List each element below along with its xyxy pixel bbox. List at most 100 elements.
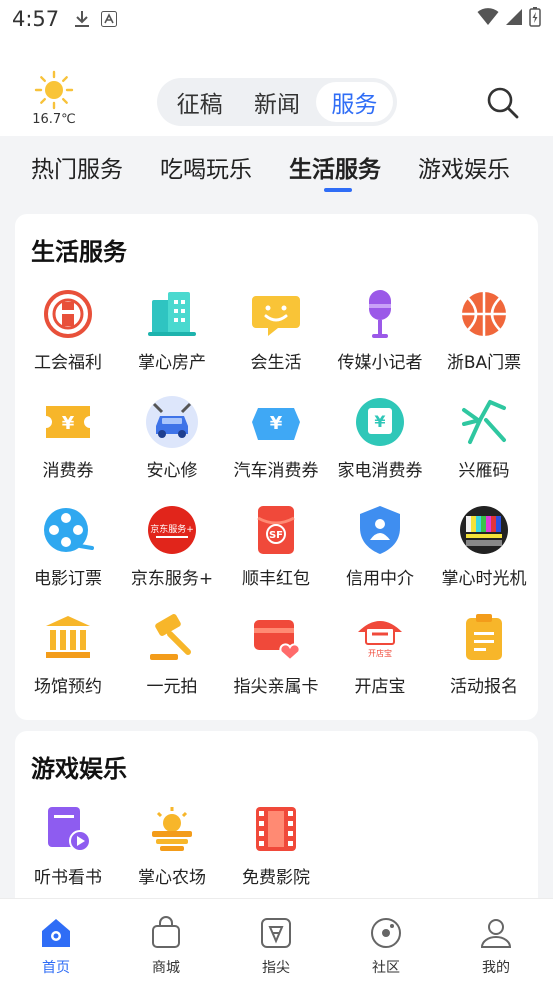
service-goose-code[interactable]: 兴雁码 [432, 394, 536, 494]
service-label: 开店宝 [354, 677, 406, 697]
service-family-card[interactable]: 指尖亲属卡 [224, 610, 328, 710]
service-jd-plus[interactable]: 京东服务+ 京东服务+ [120, 502, 224, 602]
bottom-navigation: 首页 商城 指尖 社区 我的 [0, 898, 553, 984]
service-venue-booking[interactable]: 场馆预约 [16, 610, 120, 710]
film-reel-icon [44, 508, 94, 552]
tab-food-fun[interactable]: 吃喝玩乐 [160, 150, 252, 184]
service-union-welfare[interactable]: 工会福利 [16, 286, 120, 386]
shop-icon: 开店宝 [358, 621, 402, 658]
service-label: 工会福利 [34, 353, 102, 373]
service-label: 信用中介 [346, 569, 414, 589]
service-farm[interactable]: 掌心农场 [120, 801, 224, 901]
service-label: 活动报名 [450, 677, 518, 697]
nav-mall[interactable]: 商城 [126, 915, 206, 977]
category-tabs: 热门服务 吃喝玩乐 生活服务 游戏娱乐 [0, 136, 553, 198]
sf-redpacket-icon: SF [257, 506, 295, 554]
union-welfare-icon [44, 290, 92, 338]
nav-home[interactable]: 首页 [16, 915, 96, 977]
svg-text:开店宝: 开店宝 [368, 648, 392, 658]
service-label: 掌心农场 [138, 868, 206, 888]
svg-text:¥: ¥ [374, 412, 385, 431]
nav-profile[interactable]: 我的 [456, 915, 536, 977]
segment-news[interactable]: 新闻 [238, 82, 315, 122]
section-title: 游戏娱乐 [31, 755, 127, 783]
segment-submissions[interactable]: 征稿 [161, 82, 238, 122]
service-car-coupon[interactable]: ¥ 汽车消费券 [224, 394, 328, 494]
family-card-icon [254, 620, 301, 662]
service-label: 安心修 [146, 461, 198, 481]
service-movie-tickets[interactable]: 电影订票 [16, 502, 120, 602]
service-sf-redpacket[interactable]: SF 顺丰红包 [224, 502, 328, 602]
service-label: 京东服务+ [130, 569, 214, 589]
tv-test-pattern-icon [460, 506, 508, 554]
service-coupon[interactable]: ¥ 消费券 [16, 394, 120, 494]
service-shop-treasure[interactable]: 开店宝 开店宝 [328, 610, 432, 710]
service-label: 顺丰红包 [242, 569, 310, 589]
service-label: 听书看书 [34, 868, 102, 888]
fingertip-icon [261, 918, 291, 948]
section-title: 生活服务 [31, 238, 127, 266]
service-label: 浙BA门票 [446, 353, 522, 373]
nav-label: 首页 [42, 960, 70, 976]
service-label: 掌心房产 [138, 353, 206, 373]
service-good-life[interactable]: 会生活 [224, 286, 328, 386]
nav-label: 我的 [482, 960, 510, 976]
active-tab-indicator [324, 188, 352, 192]
service-label: 场馆预约 [34, 677, 102, 697]
nav-label: 指尖 [262, 960, 290, 976]
status-time: 4:57 [12, 7, 60, 31]
service-label: 电影订票 [34, 569, 102, 589]
farm-icon [152, 807, 192, 851]
basketball-icon [462, 292, 506, 336]
svg-text:京东服务+: 京东服务+ [150, 523, 194, 535]
tab-hot-services[interactable]: 热门服务 [31, 150, 123, 184]
coupon-icon: ¥ [46, 406, 90, 438]
venue-icon [46, 616, 90, 658]
service-zba-tickets[interactable]: 浙BA门票 [432, 286, 536, 386]
nav-community[interactable]: 社区 [346, 915, 426, 977]
service-credit-agency[interactable]: 信用中介 [328, 502, 432, 602]
service-label: 会生活 [250, 353, 302, 373]
temperature: 16.7℃ [32, 112, 76, 127]
service-free-cinema[interactable]: 免费影院 [224, 801, 328, 901]
real-estate-icon [148, 292, 196, 336]
signal-icon [505, 8, 523, 30]
service-label: 一元拍 [146, 677, 198, 697]
games-entertainment-card: 游戏娱乐 听书看书 掌心农场 免费影院 [15, 731, 538, 911]
search-icon[interactable] [486, 86, 520, 120]
shopping-bag-icon [152, 916, 180, 948]
jd-service-icon: 京东服务+ [148, 506, 196, 554]
wifi-icon [477, 8, 499, 30]
service-appliance-coupon[interactable]: ¥ 家电消费券 [328, 394, 432, 494]
service-label: 传媒小记者 [337, 353, 423, 373]
car-coupon-icon: ¥ [252, 408, 300, 440]
clipboard-icon [466, 614, 502, 660]
weather-widget[interactable]: 16.7℃ [28, 70, 80, 127]
service-label: 兴雁码 [458, 461, 510, 481]
tab-games-entertainment[interactable]: 游戏娱乐 [418, 150, 510, 184]
svg-text:SF: SF [269, 530, 283, 541]
service-audiobooks[interactable]: 听书看书 [16, 801, 120, 901]
channel-switcher: 征稿 新闻 服务 [157, 78, 397, 126]
service-real-estate[interactable]: 掌心房产 [120, 286, 224, 386]
top-bar: 16.7℃ 征稿 新闻 服务 [0, 38, 553, 136]
sun-icon [28, 70, 80, 110]
service-label: 免费影院 [242, 868, 310, 888]
service-car-repair[interactable]: 安心修 [120, 394, 224, 494]
tab-life-services[interactable]: 生活服务 [289, 150, 381, 184]
life-services-card: 生活服务 工会福利 掌心房产 会生活 传媒小记者 浙BA门票 ¥ 消费券 安心修… [15, 214, 538, 720]
film-strip-icon [256, 807, 296, 851]
service-time-machine[interactable]: 掌心时光机 [432, 502, 536, 602]
nav-fingertip[interactable]: 指尖 [236, 915, 316, 977]
service-event-signup[interactable]: 活动报名 [432, 610, 536, 710]
home-icon [42, 919, 70, 947]
nav-label: 社区 [372, 960, 400, 976]
service-one-yuan-auction[interactable]: 一元拍 [120, 610, 224, 710]
service-media-reporter[interactable]: 传媒小记者 [328, 286, 432, 386]
profile-icon [480, 919, 512, 948]
segment-services[interactable]: 服务 [315, 82, 393, 122]
appliance-coupon-icon: ¥ [356, 398, 404, 446]
microphone-icon [369, 290, 391, 338]
service-label: 汽车消费券 [233, 461, 319, 481]
smile-bubble-icon [252, 296, 300, 336]
